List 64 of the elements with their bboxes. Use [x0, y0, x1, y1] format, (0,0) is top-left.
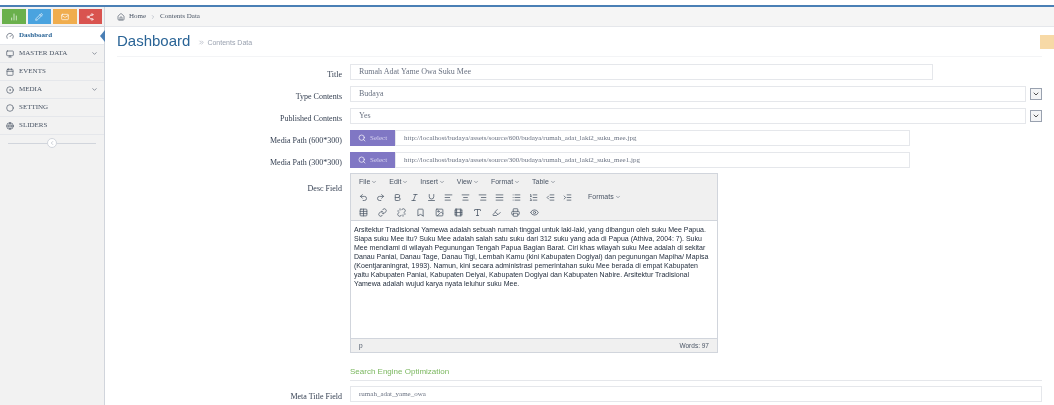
dot-icon — [6, 103, 14, 112]
shortcut-button[interactable] — [27, 9, 51, 24]
align-right-icon[interactable] — [478, 192, 487, 202]
align-justify-icon[interactable] — [495, 192, 504, 202]
globe-icon — [6, 121, 14, 130]
home-icon — [117, 12, 125, 21]
calendar-icon — [6, 67, 14, 76]
page-title: Dashboard — [117, 31, 191, 52]
pencil-icon — [35, 12, 44, 21]
text-field[interactable]: Rumah Adat Yame Owa Suku Mee — [350, 64, 933, 80]
monitor-icon — [6, 49, 14, 58]
image-icon[interactable] — [435, 207, 444, 217]
chevron-icon — [49, 140, 55, 146]
select-field[interactable]: Yes — [350, 108, 1026, 124]
share-icon — [86, 12, 95, 21]
search-icon — [358, 134, 366, 142]
redo-icon[interactable] — [376, 192, 385, 202]
caret-icon — [514, 179, 521, 185]
align-left-icon[interactable] — [444, 192, 453, 202]
underline-icon[interactable] — [427, 192, 436, 202]
half-circle-icon — [6, 85, 14, 94]
bold-icon[interactable] — [393, 192, 402, 202]
unlink-icon[interactable] — [397, 207, 406, 217]
field-label: Title — [327, 70, 342, 79]
chevrons-icon — [198, 39, 206, 47]
caret-icon — [438, 179, 445, 185]
chart-icon — [9, 12, 18, 21]
media-icon[interactable] — [454, 207, 463, 217]
field-label: Meta Title Field — [290, 392, 342, 401]
field-label: Type Contents — [295, 92, 342, 101]
bullet-list-icon[interactable] — [512, 192, 521, 202]
search-icon — [358, 156, 366, 164]
bookmark-icon[interactable] — [416, 207, 425, 217]
italic-icon[interactable] — [410, 192, 419, 202]
field-label: Published Contents — [280, 114, 342, 123]
table-icon[interactable] — [359, 207, 368, 217]
indent-icon[interactable] — [563, 192, 572, 202]
dropdown-button[interactable] — [1030, 110, 1042, 122]
caret-icon — [402, 179, 409, 185]
text-color-icon[interactable] — [473, 207, 482, 217]
link-icon[interactable] — [378, 207, 387, 217]
caret-icon — [472, 179, 479, 185]
caret-icon — [549, 179, 556, 185]
separator-icon — [150, 13, 157, 20]
align-center-icon[interactable] — [461, 192, 470, 202]
outdent-icon[interactable] — [546, 192, 555, 202]
mail-icon — [60, 12, 69, 21]
field-label: Media Path (600*300) — [270, 136, 342, 145]
gauge-icon — [6, 31, 14, 40]
highlight-icon[interactable] — [492, 207, 501, 217]
shortcut-button[interactable] — [78, 9, 102, 24]
caret-icon — [371, 179, 378, 185]
field-label: Media Path (300*300) — [270, 158, 342, 167]
section-heading: Search Engine Optimization — [350, 365, 450, 378]
numbered-list-icon[interactable] — [529, 192, 538, 202]
undo-icon[interactable] — [359, 192, 368, 202]
dropdown-button[interactable] — [1030, 88, 1042, 100]
caret-icon — [1032, 112, 1040, 120]
caret-icon — [614, 194, 621, 200]
select-field[interactable]: Budaya — [350, 86, 1026, 102]
caret-icon — [1032, 90, 1040, 98]
print-icon[interactable] — [511, 207, 520, 217]
field-label: Desc Field — [307, 184, 342, 193]
preview-icon[interactable] — [530, 207, 539, 217]
